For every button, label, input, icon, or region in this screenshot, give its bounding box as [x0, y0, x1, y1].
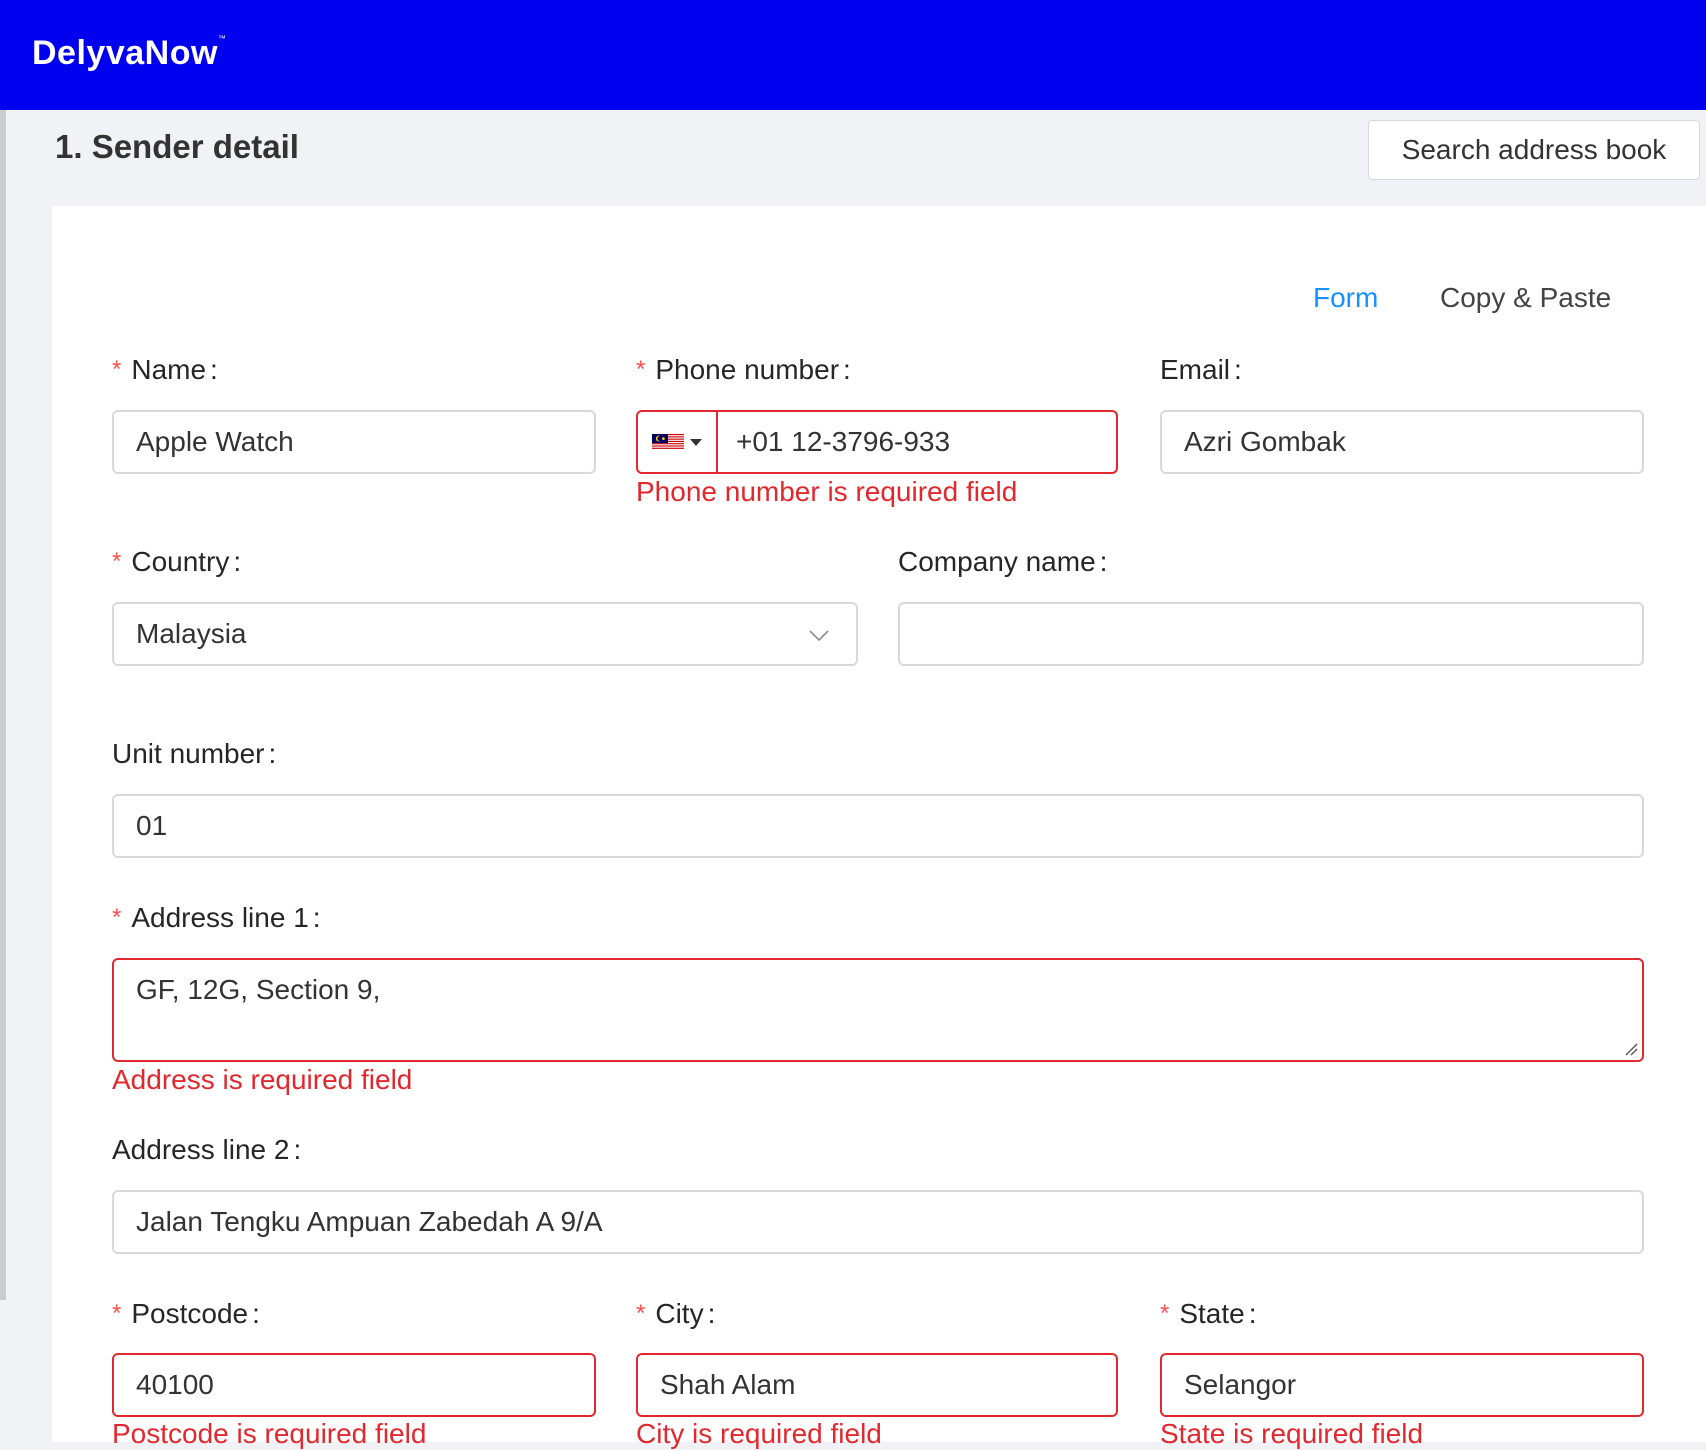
- unit-label: Unit number:: [112, 738, 277, 769]
- postcode-label: * Postcode:: [112, 1298, 260, 1329]
- unit-input[interactable]: 01: [112, 794, 1644, 858]
- required-mark: *: [636, 1300, 646, 1327]
- company-label: Company name:: [898, 546, 1108, 577]
- required-mark: *: [636, 356, 646, 383]
- city-input[interactable]: Shah Alam: [636, 1353, 1118, 1417]
- phone-error: Phone number is required field: [636, 476, 1018, 507]
- search-address-book-button[interactable]: Search address book: [1368, 120, 1700, 180]
- email-label: Email:: [1160, 354, 1242, 385]
- state-error: State is required field: [1160, 1418, 1424, 1449]
- name-input[interactable]: Apple Watch: [112, 410, 596, 474]
- chevron-down-icon: [809, 630, 829, 642]
- section-title: 1. Sender detail: [55, 128, 299, 165]
- address2-input[interactable]: Jalan Tengku Ampuan Zabedah A 9/A: [112, 1190, 1644, 1254]
- company-input[interactable]: [898, 602, 1644, 666]
- address1-textarea[interactable]: GF, 12G, Section 9,: [112, 958, 1644, 1062]
- resize-handle-icon[interactable]: [1624, 1042, 1638, 1056]
- city-label: * City:: [636, 1298, 716, 1329]
- state-input[interactable]: Selangor: [1160, 1353, 1644, 1417]
- address2-label: Address line 2:: [112, 1134, 302, 1165]
- email-input[interactable]: Azri Gombak: [1160, 410, 1644, 474]
- address1-error: Address is required field: [112, 1064, 413, 1095]
- phone-label: * Phone number:: [636, 354, 851, 385]
- required-mark: *: [112, 356, 122, 383]
- caret-down-icon: [690, 438, 702, 446]
- left-rail: [0, 110, 6, 1300]
- country-code-selector[interactable]: [638, 412, 718, 472]
- country-select[interactable]: Malaysia: [112, 602, 858, 666]
- name-label: * Name:: [112, 354, 218, 385]
- address1-label: * Address line 1:: [112, 902, 321, 933]
- phone-value: +01 12-3796-933: [736, 426, 951, 457]
- trademark-mark: ™: [217, 34, 227, 43]
- malaysia-flag-icon: [652, 434, 684, 450]
- postcode-error: Postcode is required field: [112, 1418, 427, 1449]
- required-mark: *: [112, 1300, 122, 1327]
- top-bar: DelyvaNow™: [0, 0, 1706, 110]
- tab-form[interactable]: Form: [1313, 282, 1378, 314]
- tab-copy-paste[interactable]: Copy & Paste: [1440, 282, 1611, 314]
- state-label: * State:: [1160, 1298, 1257, 1329]
- required-mark: *: [1160, 1300, 1170, 1327]
- phone-input[interactable]: +01 12-3796-933: [636, 410, 1118, 474]
- postcode-input[interactable]: 40100: [112, 1353, 596, 1417]
- city-error: City is required field: [636, 1418, 882, 1449]
- required-mark: *: [112, 548, 122, 575]
- required-mark: *: [112, 904, 122, 931]
- brand-logo[interactable]: DelyvaNow™: [32, 34, 226, 73]
- country-label: * Country:: [112, 546, 242, 577]
